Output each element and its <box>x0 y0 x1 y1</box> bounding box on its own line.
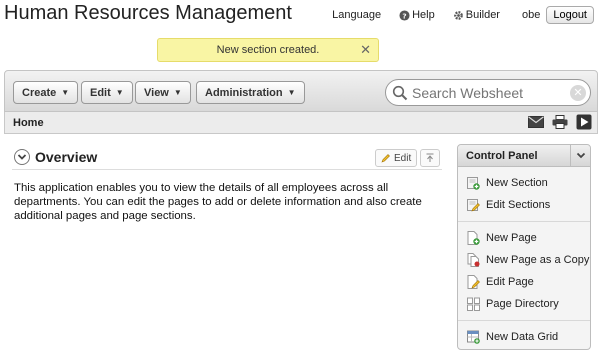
create-menu-label: Create <box>22 86 57 99</box>
websheet-toolbar: Create ▼ Edit ▼ View ▼ Administration ▼ ✕ <box>4 70 598 112</box>
section-actions-group: New Section Edit Sections <box>458 167 590 222</box>
data-grid-group: New Data Grid <box>458 321 590 353</box>
new-page-copy-link[interactable]: New Page as a Copy <box>458 249 590 271</box>
print-icon[interactable] <box>551 114 569 130</box>
control-panel-toggle[interactable] <box>570 145 590 166</box>
search-input[interactable] <box>412 84 568 101</box>
overview-section-header: Overview Edit <box>12 148 442 170</box>
edit-sections-link[interactable]: Edit Sections <box>458 194 590 216</box>
section-title: Overview <box>35 149 98 165</box>
caret-down-icon: ▼ <box>115 88 124 97</box>
edit-page-icon <box>467 275 480 289</box>
caret-down-icon: ▼ <box>287 88 296 97</box>
new-section-icon <box>467 177 480 190</box>
caret-down-icon: ▼ <box>173 88 182 97</box>
new-section-link[interactable]: New Section <box>458 172 590 194</box>
help-icon: ? <box>399 9 410 21</box>
edit-menu-label: Edit <box>90 86 111 99</box>
collapse-section-button[interactable] <box>14 149 30 165</box>
section-body-text: This application enables you to view the… <box>14 182 422 222</box>
edit-sections-label: Edit Sections <box>486 199 551 211</box>
breadcrumb: Home <box>4 112 598 134</box>
administration-menu-label: Administration <box>205 86 283 99</box>
arrow-to-top-icon <box>426 153 434 162</box>
control-panel: Control Panel New Section Edit Sections … <box>457 144 591 350</box>
page-actions-group: New Page New Page as a Copy Edit Page Pa… <box>458 222 590 321</box>
notification-message: New section created. <box>216 44 320 56</box>
create-menu-button[interactable]: Create ▼ <box>13 81 79 104</box>
logout-button[interactable]: Logout <box>546 6 594 24</box>
search-icon <box>392 85 408 100</box>
new-page-icon <box>467 231 480 245</box>
page-directory-label: Page Directory <box>486 298 559 310</box>
copy-page-icon <box>467 253 480 267</box>
builder-label: Builder <box>465 9 500 21</box>
help-link[interactable]: ? Help <box>399 9 435 21</box>
new-page-copy-label: New Page as a Copy <box>486 254 590 266</box>
clear-search-icon[interactable]: ✕ <box>570 85 586 101</box>
svg-text:?: ? <box>402 11 406 20</box>
new-page-link[interactable]: New Page <box>458 227 590 249</box>
pencil-icon <box>381 154 390 163</box>
control-panel-title: Control Panel <box>466 150 538 162</box>
email-icon[interactable] <box>527 114 545 130</box>
edit-section-label: Edit <box>394 152 412 164</box>
chevron-down-icon <box>576 152 585 159</box>
success-notification: New section created. ✕ <box>157 38 379 62</box>
top-navigation: Language ? Help Builder obe Logout <box>314 6 594 24</box>
new-page-label: New Page <box>486 232 537 244</box>
edit-section-button[interactable]: Edit <box>375 149 418 167</box>
new-data-grid-label: New Data Grid <box>486 331 559 343</box>
gear-icon <box>453 10 463 20</box>
user-name: obe <box>521 9 541 21</box>
language-link[interactable]: Language <box>332 9 381 21</box>
caret-down-icon: ▼ <box>61 88 70 97</box>
search-box: ✕ <box>385 79 591 106</box>
close-icon[interactable]: ✕ <box>360 43 371 57</box>
data-grid-icon <box>467 330 480 344</box>
view-menu-button[interactable]: View ▼ <box>135 81 191 104</box>
page-directory-icon <box>467 297 480 311</box>
page-directory-link[interactable]: Page Directory <box>458 293 590 315</box>
edit-page-label: Edit Page <box>486 276 534 288</box>
edit-sections-icon <box>467 199 480 212</box>
view-menu-label: View <box>144 86 169 99</box>
control-panel-header: Control Panel <box>458 145 590 167</box>
chevron-down-icon <box>17 154 27 160</box>
builder-link[interactable]: Builder <box>453 9 500 21</box>
back-to-top-button[interactable] <box>420 149 440 167</box>
breadcrumb-home[interactable]: Home <box>13 117 44 129</box>
edit-page-link[interactable]: Edit Page <box>458 271 590 293</box>
administration-menu-button[interactable]: Administration ▼ <box>196 81 305 104</box>
page-actions <box>521 114 593 130</box>
edit-menu-button[interactable]: Edit ▼ <box>81 81 133 104</box>
app-title: Human Resources Management <box>4 2 292 24</box>
presentation-play-icon[interactable] <box>575 114 593 130</box>
help-label: Help <box>412 9 435 21</box>
new-data-grid-link[interactable]: New Data Grid <box>458 326 590 348</box>
new-section-label: New Section <box>486 177 548 189</box>
